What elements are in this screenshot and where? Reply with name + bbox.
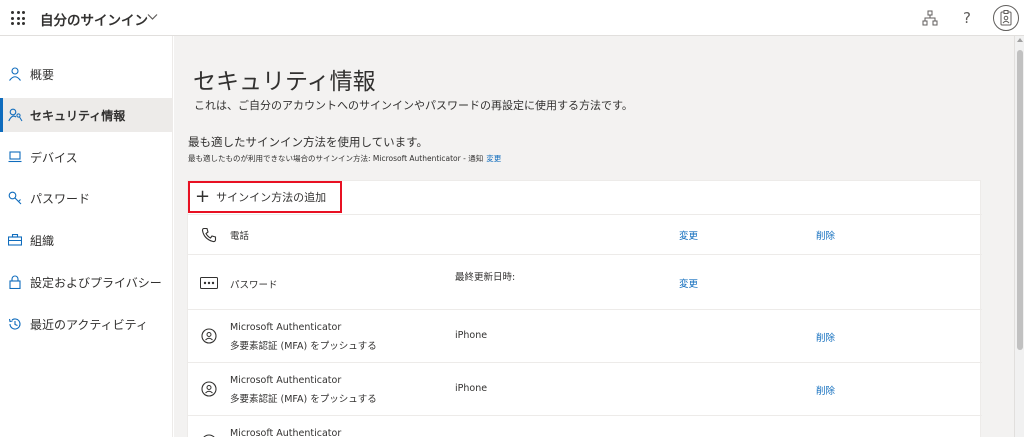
method-subtitle: 多要素認証 (MFA) をプッシュする — [230, 341, 377, 352]
history-icon — [7, 316, 23, 332]
delete-link[interactable]: 削除 — [816, 228, 835, 242]
authenticator-icon — [200, 380, 218, 398]
account-badge-icon — [1000, 10, 1012, 26]
scrollbar-thumb[interactable] — [1017, 50, 1023, 350]
method-name: Microsoft Authenticator — [230, 428, 342, 437]
list-item: Microsoft Authenticator 多要素認証 (MFA) をプッシ… — [188, 309, 982, 362]
chevron-down-icon[interactable] — [147, 13, 158, 21]
methods-panel: + サインイン方法の追加 電話 変更 削除 パスワード 最終更新日時: 変更 M… — [187, 180, 982, 437]
method-name: Microsoft Authenticator — [230, 322, 342, 333]
add-method-label: サインイン方法の追加 — [216, 191, 327, 204]
app-title[interactable]: 自分のサインイン — [40, 9, 148, 29]
password-icon — [200, 274, 218, 292]
sidebar-item-label: 概要 — [30, 67, 55, 82]
security-key-person-icon — [7, 107, 23, 123]
delete-link[interactable]: 削除 — [816, 383, 835, 397]
default-method-title: 最も適したサインイン方法を使用しています。 — [188, 135, 429, 149]
method-detail: iPhone — [455, 330, 488, 341]
person-icon — [7, 66, 23, 82]
sidebar-item-devices[interactable]: デバイス — [0, 140, 173, 174]
page-description: これは、ご自分のアカウントへのサインインやパスワードの再設定に使用する方法です。 — [194, 99, 633, 112]
delete-link[interactable]: 削除 — [816, 330, 835, 344]
main-content: セキュリティ情報 これは、ご自分のアカウントへのサインインやパスワードの再設定に… — [174, 36, 1014, 437]
sidebar: 概要 セキュリティ情報 デバイス パスワード 組織 設定およびプライバシー 最近… — [0, 36, 173, 437]
app-launcher-icon[interactable] — [11, 11, 25, 25]
sidebar-item-label: 最近のアクティビティ — [30, 317, 148, 332]
default-method-text: 最も適したものが利用できない場合のサインイン方法: Microsoft Auth… — [188, 154, 484, 163]
organization-icon[interactable] — [920, 8, 940, 28]
key-icon — [7, 190, 23, 206]
method-name: 電話 — [230, 231, 250, 242]
laptop-icon — [7, 149, 23, 165]
page-title: セキュリティ情報 — [193, 69, 376, 95]
phone-icon — [200, 226, 218, 244]
plus-icon: + — [195, 186, 211, 207]
method-detail: iPhone — [455, 383, 488, 394]
top-bar: 自分のサインイン ? — [0, 0, 1024, 36]
list-item: 電話 変更 削除 — [188, 214, 982, 254]
briefcase-icon — [7, 232, 23, 248]
list-item: Microsoft Authenticator — [188, 415, 982, 437]
sidebar-item-overview[interactable]: 概要 — [0, 57, 173, 91]
sidebar-item-settings-privacy[interactable]: 設定およびプライバシー — [0, 265, 173, 299]
default-method-change-link[interactable]: 変更 — [486, 154, 501, 163]
default-method-subtitle: 最も適したものが利用できない場合のサインイン方法: Microsoft Auth… — [188, 153, 501, 164]
change-link[interactable]: 変更 — [679, 228, 698, 242]
sidebar-item-label: 組織 — [30, 233, 55, 248]
lock-icon — [7, 274, 23, 290]
method-detail: 最終更新日時: — [455, 272, 516, 283]
sidebar-item-label: パスワード — [30, 191, 91, 206]
sidebar-item-label: デバイス — [30, 150, 78, 165]
sidebar-item-organizations[interactable]: 組織 — [0, 223, 173, 257]
authenticator-icon — [200, 433, 218, 437]
scroll-up-arrow-icon[interactable] — [1017, 38, 1023, 42]
authenticator-icon — [200, 327, 218, 345]
method-name: Microsoft Authenticator — [230, 375, 342, 386]
method-name: パスワード — [230, 280, 278, 291]
sidebar-item-security-info[interactable]: セキュリティ情報 — [0, 98, 173, 132]
sidebar-item-password[interactable]: パスワード — [0, 181, 173, 215]
list-item: パスワード 最終更新日時: 変更 — [188, 254, 982, 309]
list-item: Microsoft Authenticator 多要素認証 (MFA) をプッシ… — [188, 362, 982, 415]
avatar[interactable] — [993, 5, 1019, 31]
method-subtitle: 多要素認証 (MFA) をプッシュする — [230, 394, 377, 405]
sidebar-item-recent-activity[interactable]: 最近のアクティビティ — [0, 307, 173, 341]
sidebar-item-label: 設定およびプライバシー — [30, 275, 162, 290]
vertical-scrollbar[interactable] — [1014, 36, 1024, 437]
help-icon[interactable]: ? — [957, 8, 977, 28]
add-method-button[interactable]: + サインイン方法の追加 — [188, 181, 342, 213]
sidebar-item-label: セキュリティ情報 — [30, 108, 126, 123]
change-link[interactable]: 変更 — [679, 276, 698, 290]
